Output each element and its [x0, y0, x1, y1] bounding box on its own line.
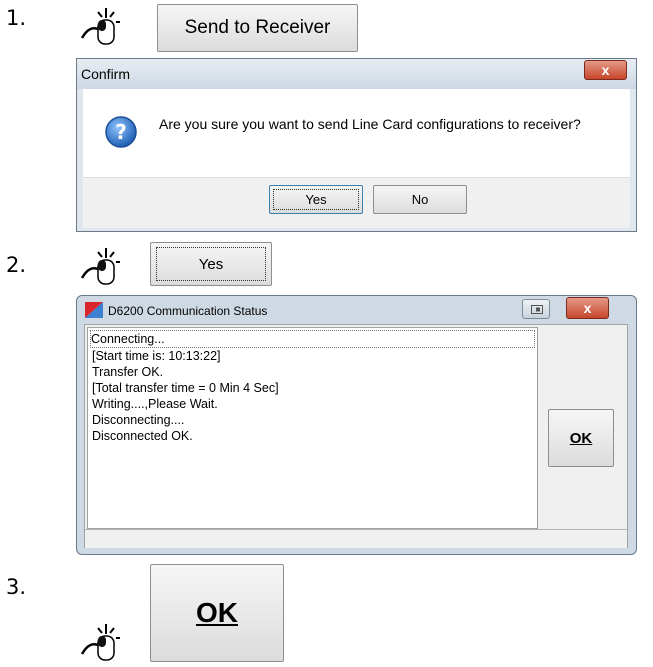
log-line: [Total transfer time = 0 Min 4 Sec]	[92, 381, 279, 395]
mouse-click-icon	[80, 624, 120, 661]
log-line: Disconnecting....	[92, 413, 185, 427]
ok-button[interactable]: OK	[150, 564, 284, 662]
confirm-title: Confirm	[81, 66, 131, 82]
status-client-area: Connecting... [Start time is: 10:13:22] …	[84, 324, 628, 548]
restore-button[interactable]	[522, 299, 550, 319]
status-log[interactable]: Connecting... [Start time is: 10:13:22] …	[87, 327, 538, 529]
confirm-body: ? Are you sure you want to send Line Car…	[83, 89, 630, 228]
d6200-app-icon	[85, 302, 103, 318]
yes-button[interactable]: Yes	[269, 185, 363, 214]
ok-label: OK	[569, 429, 593, 447]
confirm-message: Are you sure you want to send Line Card …	[159, 116, 581, 132]
log-line: Writing....,Please Wait.	[92, 397, 218, 411]
step-number-3: 3.	[6, 575, 27, 599]
send-to-receiver-label: Send to Receiver	[184, 17, 331, 38]
mouse-click-icon	[80, 8, 120, 45]
status-titlebar: D6200 Communication Status x	[77, 296, 636, 324]
close-button[interactable]: x	[584, 60, 627, 80]
step-number-2: 2.	[6, 253, 27, 277]
log-line: Disconnected OK.	[92, 429, 193, 443]
yes-label: Yes	[198, 255, 224, 273]
confirm-button-bar: Yes No	[83, 177, 630, 228]
log-line: Connecting...	[91, 332, 165, 346]
step-number-1: 1.	[6, 6, 27, 30]
status-bar	[85, 529, 627, 548]
confirm-dialog: Confirm x ? Are you sure you want to sen…	[76, 58, 637, 232]
close-icon: x	[601, 62, 610, 78]
question-icon: ?	[105, 116, 137, 148]
ok-button[interactable]: OK	[548, 409, 614, 467]
ok-label: OK	[196, 597, 238, 628]
close-button[interactable]: x	[566, 297, 609, 319]
send-to-receiver-button[interactable]: Send to Receiver	[157, 4, 358, 52]
close-icon: x	[583, 300, 592, 316]
status-title: D6200 Communication Status	[108, 304, 268, 318]
yes-button[interactable]: Yes	[150, 242, 272, 286]
log-line: [Start time is: 10:13:22]	[92, 349, 221, 363]
confirm-titlebar: Confirm x	[77, 59, 636, 89]
restore-icon	[531, 305, 543, 314]
communication-status-window: D6200 Communication Status x Connecting.…	[76, 295, 637, 555]
no-button[interactable]: No	[373, 185, 467, 214]
mouse-click-icon	[80, 248, 120, 285]
svg-text:?: ?	[115, 120, 127, 144]
no-label: No	[411, 192, 429, 207]
log-line: Transfer OK.	[92, 365, 164, 379]
yes-label: Yes	[305, 192, 327, 207]
